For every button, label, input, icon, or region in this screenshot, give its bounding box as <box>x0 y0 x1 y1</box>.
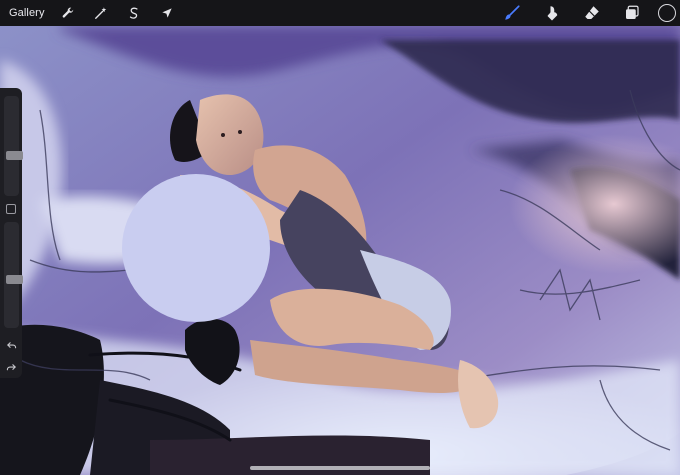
layers-button[interactable] <box>620 1 644 25</box>
eraser-icon <box>585 6 599 19</box>
redo-button[interactable] <box>3 360 19 374</box>
home-indicator[interactable] <box>250 466 430 470</box>
procreate-app: Gallery <box>0 0 680 475</box>
wrench-icon <box>62 7 73 18</box>
opacity-slider[interactable] <box>4 222 23 328</box>
brush-icon <box>505 5 520 20</box>
toolbar-left-group: Gallery <box>0 0 189 26</box>
cursor-arrow-icon <box>161 8 172 18</box>
color-picker-button[interactable] <box>658 4 676 22</box>
gallery-button[interactable]: Gallery <box>9 7 45 19</box>
drawing-canvas[interactable] <box>0 0 680 475</box>
eraser-tool-button[interactable] <box>580 1 604 25</box>
smudge-tool-button[interactable] <box>540 1 564 25</box>
transform-button[interactable] <box>156 2 178 24</box>
brush-size-thumb[interactable] <box>6 151 23 160</box>
undo-icon <box>6 341 16 348</box>
s-curve-icon <box>129 7 138 19</box>
magic-wand-icon <box>94 7 106 19</box>
undo-button[interactable] <box>3 338 19 352</box>
modify-button[interactable] <box>6 204 16 214</box>
smudge-icon <box>547 6 558 21</box>
redo-icon <box>6 363 16 370</box>
adjustments-button[interactable] <box>57 2 79 24</box>
color-swatch-preview <box>122 174 270 322</box>
toolbar-right-group <box>484 0 680 26</box>
top-toolbar: Gallery <box>0 0 680 26</box>
layers-icon <box>626 5 639 19</box>
brush-tool-button[interactable] <box>500 1 524 25</box>
left-sidebar <box>0 88 23 378</box>
selection-effects-button[interactable] <box>90 2 112 24</box>
selection-button[interactable] <box>123 2 145 24</box>
opacity-thumb[interactable] <box>6 275 23 284</box>
brush-size-slider[interactable] <box>4 96 23 196</box>
